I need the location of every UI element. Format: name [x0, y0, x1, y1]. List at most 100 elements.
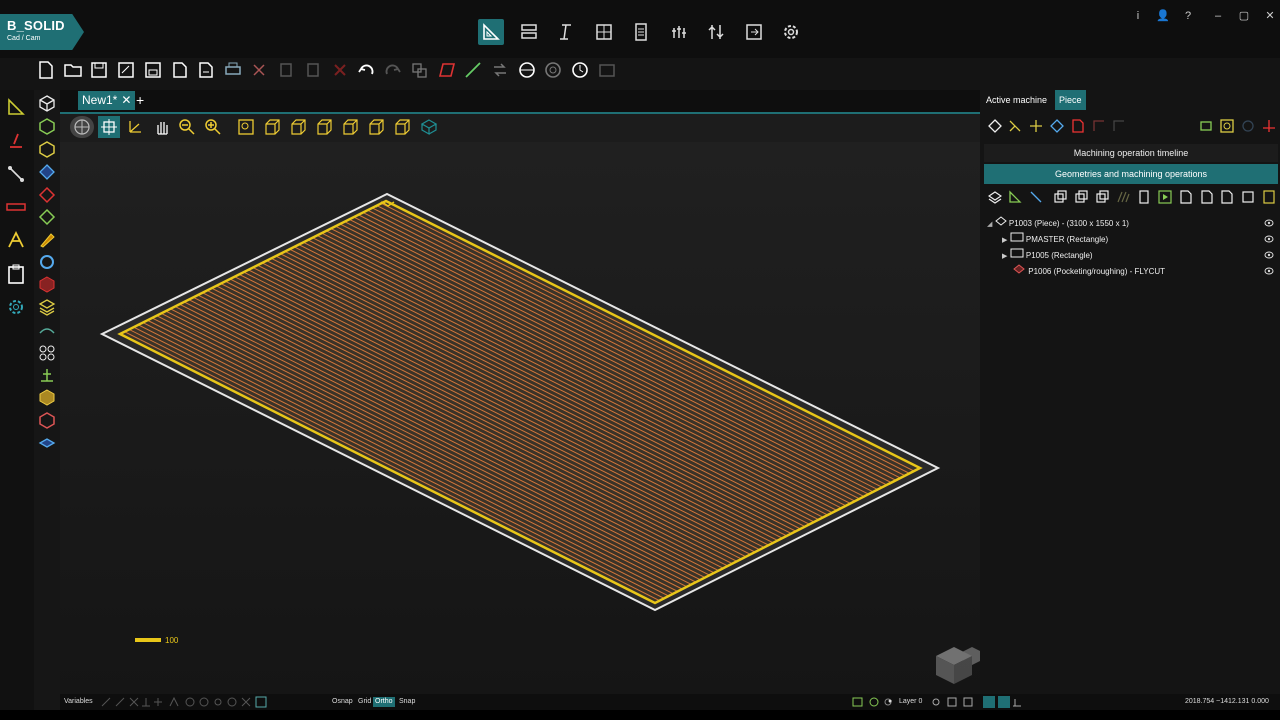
piece-tool-1[interactable] — [987, 118, 1003, 134]
view-mode-icons[interactable] — [983, 696, 1023, 708]
variables-button[interactable]: Variables — [64, 697, 93, 707]
dimension-button[interactable] — [5, 130, 27, 152]
zoom-in-button[interactable] — [202, 116, 224, 138]
save-all-button[interactable] — [142, 58, 164, 82]
maximize-button[interactable]: ▢ — [1236, 8, 1252, 24]
diamond-red-button[interactable] — [36, 184, 58, 206]
tab-active-machine[interactable]: Active machine — [982, 90, 1051, 110]
rotate-button[interactable] — [36, 251, 58, 273]
zoom-out-button[interactable] — [176, 116, 198, 138]
clipboard-button[interactable] — [5, 263, 27, 285]
print-button[interactable] — [222, 58, 244, 82]
draw-mode-button[interactable] — [5, 96, 27, 118]
user-icon[interactable]: 👤 — [1155, 8, 1171, 24]
tab-piece[interactable]: Piece — [1055, 90, 1086, 110]
undo-button[interactable] — [355, 58, 377, 82]
piece-tool-6[interactable] — [1091, 118, 1107, 134]
target-button[interactable] — [542, 58, 564, 82]
help-icon[interactable]: ? — [1180, 8, 1196, 24]
layout-mode-button[interactable] — [516, 19, 542, 45]
shape-button[interactable] — [436, 58, 458, 82]
expand-arrow-icon[interactable]: ▶ — [1002, 237, 1007, 244]
piece-tool-7[interactable] — [1111, 118, 1127, 134]
layer-blue-button[interactable] — [36, 432, 58, 454]
measure-button[interactable] — [569, 58, 591, 82]
layer-extra-icons[interactable] — [930, 696, 980, 708]
geo-tool-1[interactable] — [987, 189, 1003, 205]
line-tool-button[interactable] — [462, 58, 484, 82]
nesting-mode-button[interactable] — [591, 19, 617, 45]
geo-tool-13[interactable] — [1240, 189, 1256, 205]
geo-tool-8[interactable] — [1136, 189, 1152, 205]
geo-tool-7[interactable] — [1115, 189, 1131, 205]
axes-button[interactable] — [124, 116, 146, 138]
cube-button[interactable] — [36, 92, 58, 114]
group-button[interactable] — [409, 58, 431, 82]
tree-item-p1003[interactable]: ◢ P1003 (Piece) - (3100 x 1550 x 1) — [987, 216, 1129, 230]
view-front-button[interactable] — [261, 116, 283, 138]
geo-tool-4[interactable] — [1052, 189, 1068, 205]
box-yellow-button[interactable] — [36, 138, 58, 160]
solid-red-button[interactable] — [36, 273, 58, 295]
profile-mode-button[interactable] — [553, 19, 579, 45]
diamond-blue-button[interactable] — [36, 161, 58, 183]
geo-tool-14[interactable] — [1261, 189, 1277, 205]
tree-item-p1005[interactable]: ▶ P1005 (Rectangle) — [1002, 248, 1093, 262]
geo-tool-11[interactable] — [1199, 189, 1215, 205]
piece-tool-8[interactable] — [1198, 118, 1214, 134]
geo-tool-6[interactable] — [1094, 189, 1110, 205]
delete-button[interactable] — [329, 58, 351, 82]
snap-mode-icons[interactable] — [100, 696, 310, 708]
navigation-ball-button[interactable] — [70, 116, 94, 138]
add-tab-button[interactable]: + — [136, 90, 148, 110]
machine-mode-button[interactable] — [666, 19, 692, 45]
open-file-button[interactable] — [62, 58, 84, 82]
tooling-mode-button[interactable] — [703, 19, 729, 45]
cad-viewport[interactable]: 100 — [60, 142, 1078, 694]
tab-close-icon[interactable]: ✕ — [121, 91, 131, 110]
tab-new1[interactable]: New1* ✕ — [78, 91, 136, 110]
current-layer[interactable]: Layer 0 — [899, 697, 922, 707]
text-button[interactable] — [5, 229, 27, 251]
geometries-header[interactable]: Geometries and machining operations — [984, 164, 1278, 184]
eye-icon[interactable] — [1264, 251, 1274, 259]
box-green-button[interactable] — [36, 115, 58, 137]
view-left-button[interactable] — [313, 116, 335, 138]
ruler-button[interactable] — [5, 196, 27, 218]
copy-button[interactable] — [275, 58, 297, 82]
geo-tool-3[interactable] — [1028, 189, 1044, 205]
part-red-button[interactable] — [36, 409, 58, 431]
shapes-button[interactable] — [36, 342, 58, 364]
pan-button[interactable] — [151, 116, 173, 138]
eye-icon[interactable] — [1264, 219, 1274, 227]
settings-mode-button[interactable] — [778, 19, 804, 45]
measure-distance-button[interactable] — [5, 163, 27, 185]
tree-item-p1006[interactable]: P1006 (Pocketing/roughing) - FLYCUT — [1012, 264, 1165, 278]
snapshot-button[interactable] — [596, 58, 618, 82]
geo-tool-5[interactable] — [1073, 189, 1089, 205]
view-right-button[interactable] — [339, 116, 361, 138]
piece-tool-3[interactable] — [1028, 118, 1044, 134]
shaded-view-button[interactable] — [418, 116, 440, 138]
piece-tool-5[interactable] — [1070, 118, 1086, 134]
piece-tool-2[interactable] — [1007, 118, 1023, 134]
toolpath-button[interactable] — [36, 364, 58, 386]
piece-tool-10[interactable] — [1240, 118, 1256, 134]
machine-settings-button[interactable] — [5, 296, 27, 318]
osnap-toggle[interactable]: Osnap — [332, 697, 353, 707]
machining-timeline-header[interactable]: Machining operation timeline — [984, 144, 1278, 162]
layer-tools-icons[interactable] — [852, 696, 892, 708]
collapse-arrow-icon[interactable]: ◢ — [987, 221, 992, 228]
geo-tool-10[interactable] — [1178, 189, 1194, 205]
geo-tool-12[interactable] — [1219, 189, 1235, 205]
piece-tool-11[interactable] — [1261, 118, 1277, 134]
grid-toggle[interactable]: Grid — [358, 697, 371, 707]
tree-item-pmaster[interactable]: ▶ PMASTER (Rectangle) — [1002, 232, 1108, 246]
new-file-button[interactable] — [35, 58, 57, 82]
close-button[interactable]: ✕ — [1262, 8, 1278, 24]
geo-tool-9[interactable] — [1157, 189, 1173, 205]
paste-button[interactable] — [302, 58, 324, 82]
view-iso-button[interactable] — [391, 116, 413, 138]
document-mode-button[interactable] — [628, 19, 654, 45]
save-button[interactable] — [88, 58, 110, 82]
